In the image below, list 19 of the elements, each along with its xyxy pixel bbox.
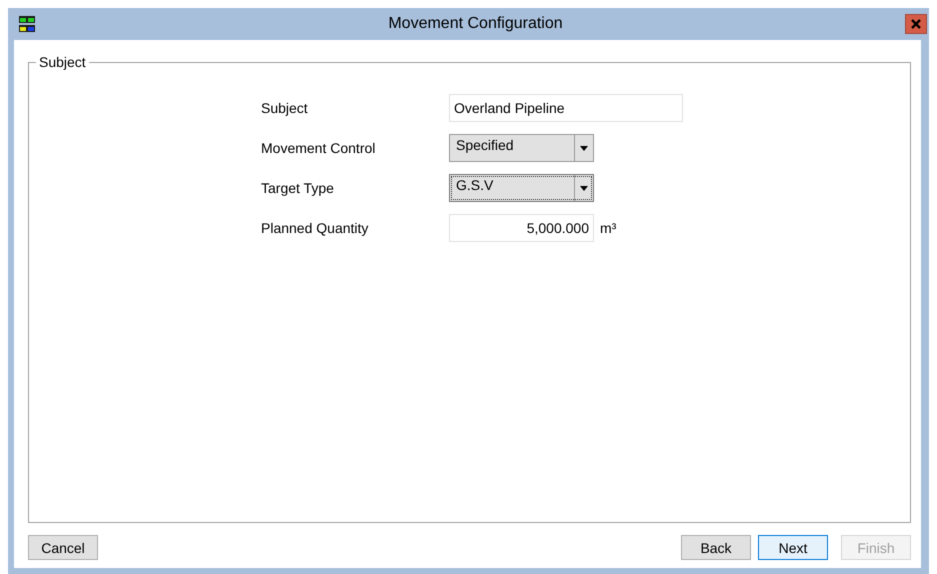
window-title: Movement Configuration [387, 15, 564, 33]
close-icon [911, 19, 921, 29]
caret-icon [580, 186, 588, 190]
dropdown[interactable]: Specified [449, 134, 594, 162]
wizard-button[interactable]: Back [681, 535, 751, 560]
close-button[interactable] [905, 14, 927, 34]
group-title: Subject [38, 54, 87, 70]
caret-icon [580, 146, 588, 150]
text-field[interactable]: Overland Pipeline [449, 94, 683, 122]
field-label: Target Type [261, 180, 335, 196]
app-icon [18, 15, 36, 33]
number-field[interactable]: 5,000.000 [449, 214, 594, 242]
field-label: Subject [261, 100, 309, 116]
cancel-button[interactable]: Cancel [28, 535, 98, 560]
field-label: Planned Quantity [261, 220, 370, 236]
field-label: Movement Control [261, 140, 376, 156]
wizard-button[interactable]: Next [758, 535, 828, 560]
unit-label: m³ [600, 220, 616, 236]
dropdown[interactable]: G.S.V [449, 174, 594, 202]
